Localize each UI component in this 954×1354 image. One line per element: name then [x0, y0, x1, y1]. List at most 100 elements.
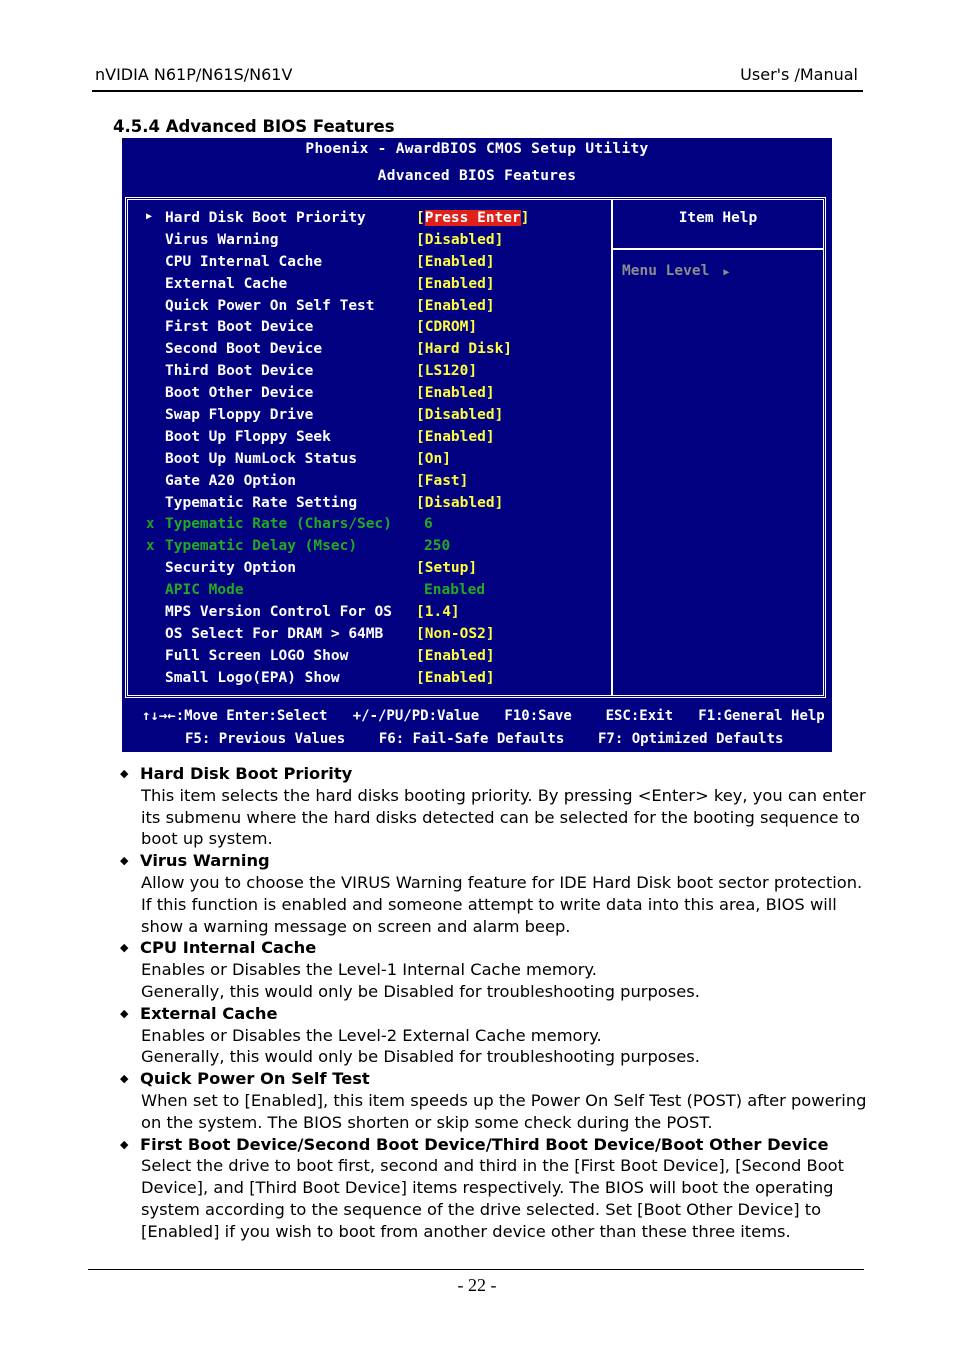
description-text: show a warning message on screen and ala… — [141, 916, 571, 936]
bios-setting-row[interactable]: Quick Power On Self Test [Enabled] — [128, 298, 611, 320]
triangle-right-icon: ▶ — [723, 267, 730, 278]
setting-label: Gate A20 Option — [165, 472, 296, 489]
bios-setting-row[interactable]: ▶ Hard Disk Boot Priority [Press Enter] — [128, 210, 611, 232]
bios-screen: Phoenix - AwardBIOS CMOS Setup Utility A… — [122, 138, 832, 752]
description-text: Allow you to choose the VIRUS Warning fe… — [141, 872, 863, 892]
bios-setting-row[interactable]: Third Boot Device [LS120] — [128, 363, 611, 385]
description-text: boot up system. — [141, 829, 273, 849]
header-left: nVIDIA N61P/N61S/N61V — [95, 65, 293, 84]
setting-label: Hard Disk Boot Priority — [165, 210, 366, 226]
section-title: 4.5.4 Advanced BIOS Features — [113, 117, 395, 136]
setting-label: Typematic Rate (Chars/Sec) — [165, 516, 392, 533]
description-heading: Virus Warning — [140, 851, 270, 871]
setting-value[interactable]: [Enabled] — [416, 298, 495, 314]
setting-value[interactable]: [LS120] — [416, 363, 477, 379]
unavailable-x-icon: x — [146, 516, 155, 533]
bios-setting-row[interactable]: CPU Internal Cache [Enabled] — [128, 254, 611, 276]
page-number: - 22 - — [457, 1275, 497, 1295]
panel-divider-vertical — [611, 200, 613, 695]
diamond-bullet-icon: ◆ — [120, 1137, 129, 1151]
bios-subtitle: Advanced BIOS Features — [377, 168, 577, 184]
description-text: Device], and [Third Boot Device] items r… — [141, 1178, 834, 1198]
description-text: When set to [Enabled], this item speeds … — [141, 1090, 867, 1110]
setting-label: Typematic Rate Setting — [165, 494, 358, 511]
description-item: ◆ Hard Disk Boot Priority This item select… — [120, 763, 880, 850]
bios-setting-row[interactable]: Full Screen LOGO Show [Enabled] — [128, 648, 611, 670]
description-text: This item selects the hard disks booting… — [141, 785, 866, 805]
bios-setting-row[interactable]: First Boot Device [CDROM] — [128, 319, 611, 341]
setting-label: Third Boot Device — [165, 363, 314, 380]
bios-setting-row[interactable]: Small Logo(EPA) Show [Enabled] — [128, 670, 611, 692]
setting-value[interactable]: [Disabled] — [416, 495, 503, 511]
setting-value[interactable]: [Enabled] — [416, 670, 495, 686]
setting-value[interactable]: [1.4] — [416, 604, 460, 620]
setting-label: Full Screen LOGO Show — [165, 647, 349, 664]
setting-label: First Boot Device — [165, 319, 314, 336]
description-heading: Quick Power On Self Test — [140, 1069, 370, 1089]
description-item: ◆ CPU Internal Cache Enables or Disables t… — [120, 937, 880, 1002]
key-hints-line-1: ↑↓→←:Move Enter:Select +/-/PU/PD:Value F… — [142, 708, 825, 724]
setting-label: OS Select For DRAM > 64MB — [165, 625, 384, 642]
description-heading: External Cache — [140, 1003, 278, 1023]
setting-label: Quick Power On Self Test — [165, 297, 375, 314]
setting-value[interactable]: [Enabled] — [416, 385, 495, 401]
description-text: system according to the sequence of the … — [141, 1199, 822, 1219]
bracket-close: ] — [520, 210, 530, 226]
setting-label: Second Boot Device — [165, 341, 323, 358]
setting-value[interactable]: [Non-OS2] — [416, 626, 495, 642]
setting-value[interactable]: [Fast] — [416, 473, 468, 489]
bios-setting-row[interactable]: Security Option [Setup] — [128, 560, 611, 582]
bios-setting-row[interactable]: Boot Up Floppy Seek [Enabled] — [128, 429, 611, 451]
bios-setting-row[interactable]: External Cache [Enabled] — [128, 276, 611, 298]
bios-setting-row[interactable]: Swap Floppy Drive [Disabled] — [128, 407, 611, 429]
setting-label: CPU Internal Cache — [165, 253, 323, 270]
description-heading: CPU Internal Cache — [140, 938, 317, 958]
setting-value[interactable]: [Setup] — [416, 560, 477, 576]
setting-label: MPS Version Control For OS — [165, 604, 392, 621]
bios-setting-row[interactable]: Virus Warning [Disabled] — [128, 232, 611, 254]
submenu-arrow-icon: ▶ — [146, 211, 153, 222]
description-heading: First Boot Device/Second Boot Device/Thi… — [140, 1134, 829, 1154]
description-item: ◆ First Boot Device/Second Boot Device/Th… — [120, 1134, 880, 1243]
bios-title: Phoenix - AwardBIOS CMOS Setup Utility — [305, 141, 649, 157]
description-text: its submenu where the hard disks detecte… — [141, 807, 860, 827]
setting-label: Swap Floppy Drive — [165, 407, 314, 424]
setting-value[interactable]: [Enabled] — [416, 429, 495, 445]
setting-value[interactable]: [Hard Disk] — [416, 341, 512, 357]
bios-setting-row[interactable]: Gate A20 Option [Fast] — [128, 473, 611, 495]
description-text: Enables or Disables the Level-1 Internal… — [141, 960, 597, 980]
description-text: Enables or Disables the Level-2 External… — [141, 1025, 602, 1045]
setting-value[interactable]: [CDROM] — [416, 319, 477, 335]
setting-value[interactable]: [On] — [416, 451, 451, 467]
header-right: User's /Manual — [740, 65, 858, 84]
bios-setting-row[interactable]: Boot Up NumLock Status [On] — [128, 451, 611, 473]
setting-value[interactable]: [Press Enter] — [416, 210, 530, 226]
bios-setting-row[interactable]: Second Boot Device [Hard Disk] — [128, 341, 611, 363]
diamond-bullet-icon: ◆ — [120, 767, 129, 780]
setting-label: Typematic Delay (Msec) — [165, 538, 358, 555]
setting-value[interactable]: [Enabled] — [416, 254, 495, 270]
bios-setting-row[interactable]: MPS Version Control For OS [1.4] — [128, 604, 611, 626]
setting-label: Boot Other Device — [165, 385, 314, 402]
selected-value-highlight[interactable]: Press Enter — [424, 210, 521, 226]
setting-value[interactable]: [Disabled] — [416, 407, 503, 423]
setting-value[interactable]: [Enabled] — [416, 648, 495, 664]
description-text: Generally, this would only be Disabled f… — [141, 981, 700, 1001]
footer-rule — [88, 1269, 864, 1270]
menu-level-label: Menu Level — [622, 263, 710, 279]
bios-setting-row[interactable]: OS Select For DRAM > 64MB [Non-OS2] — [128, 626, 611, 648]
setting-label: Security Option — [165, 560, 296, 577]
bios-setting-row[interactable]: Boot Other Device [Enabled] — [128, 385, 611, 407]
setting-value[interactable]: [Enabled] — [416, 276, 495, 292]
key-hints-line-2: F5: Previous Values F6: Fail-Safe Defaul… — [185, 731, 784, 747]
descriptions: ◆ Hard Disk Boot Priority This item select… — [120, 763, 880, 1243]
description-text: Select the drive to boot first, second a… — [141, 1156, 845, 1176]
setting-value: 250 — [424, 538, 451, 555]
panel-divider-horizontal — [613, 248, 823, 250]
header-rule — [92, 90, 863, 92]
description-item: ◆ External Cache Enables or Disables the L… — [120, 1003, 880, 1068]
bios-setting-row[interactable]: Typematic Rate Setting [Disabled] — [128, 495, 611, 517]
setting-label: Boot Up Floppy Seek — [165, 428, 331, 445]
setting-value[interactable]: [Disabled] — [416, 232, 503, 248]
setting-label: Small Logo(EPA) Show — [165, 669, 340, 686]
